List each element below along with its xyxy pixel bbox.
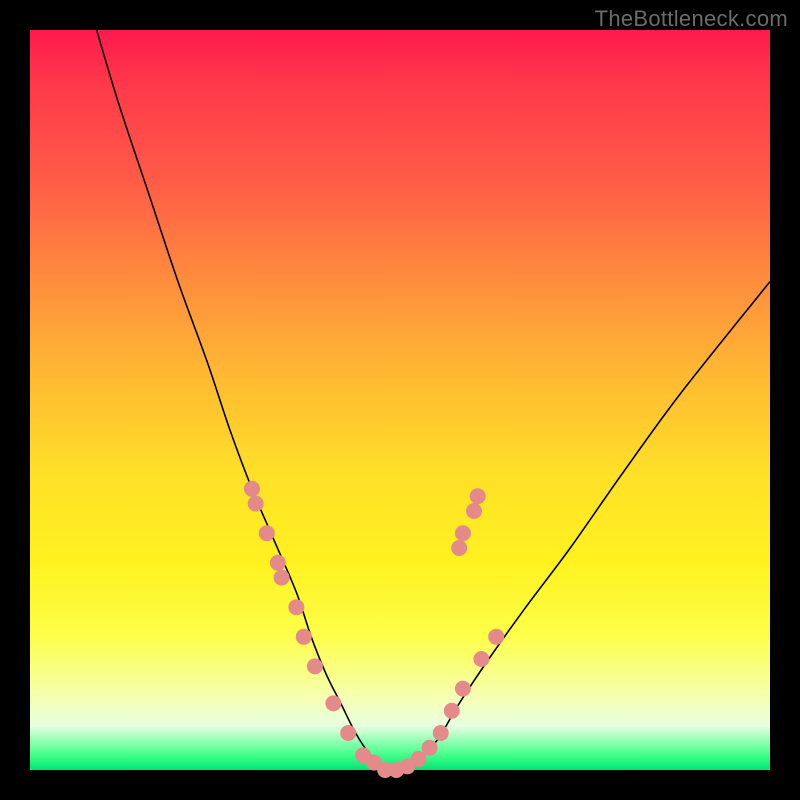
chart-plot-area xyxy=(30,30,770,770)
chart-svg xyxy=(30,30,770,770)
curve-marker xyxy=(307,658,323,674)
watermark-text: TheBottleneck.com xyxy=(595,6,788,32)
curve-marker xyxy=(433,725,449,741)
curve-marker xyxy=(244,481,260,497)
curve-marker xyxy=(422,740,438,756)
curve-marker xyxy=(488,629,504,645)
curve-marker xyxy=(274,570,290,586)
curve-marker xyxy=(340,725,356,741)
curve-marker xyxy=(466,503,482,519)
bottleneck-curve xyxy=(97,30,770,771)
curve-marker xyxy=(473,651,489,667)
curve-marker xyxy=(248,496,264,512)
curve-markers xyxy=(244,481,504,778)
curve-marker xyxy=(288,599,304,615)
curve-marker xyxy=(270,555,286,571)
curve-marker xyxy=(444,703,460,719)
curve-marker xyxy=(470,488,486,504)
curve-marker xyxy=(455,525,471,541)
curve-marker xyxy=(296,629,312,645)
curve-marker xyxy=(325,695,341,711)
curve-marker xyxy=(259,525,275,541)
curve-marker xyxy=(451,540,467,556)
curve-marker xyxy=(455,681,471,697)
